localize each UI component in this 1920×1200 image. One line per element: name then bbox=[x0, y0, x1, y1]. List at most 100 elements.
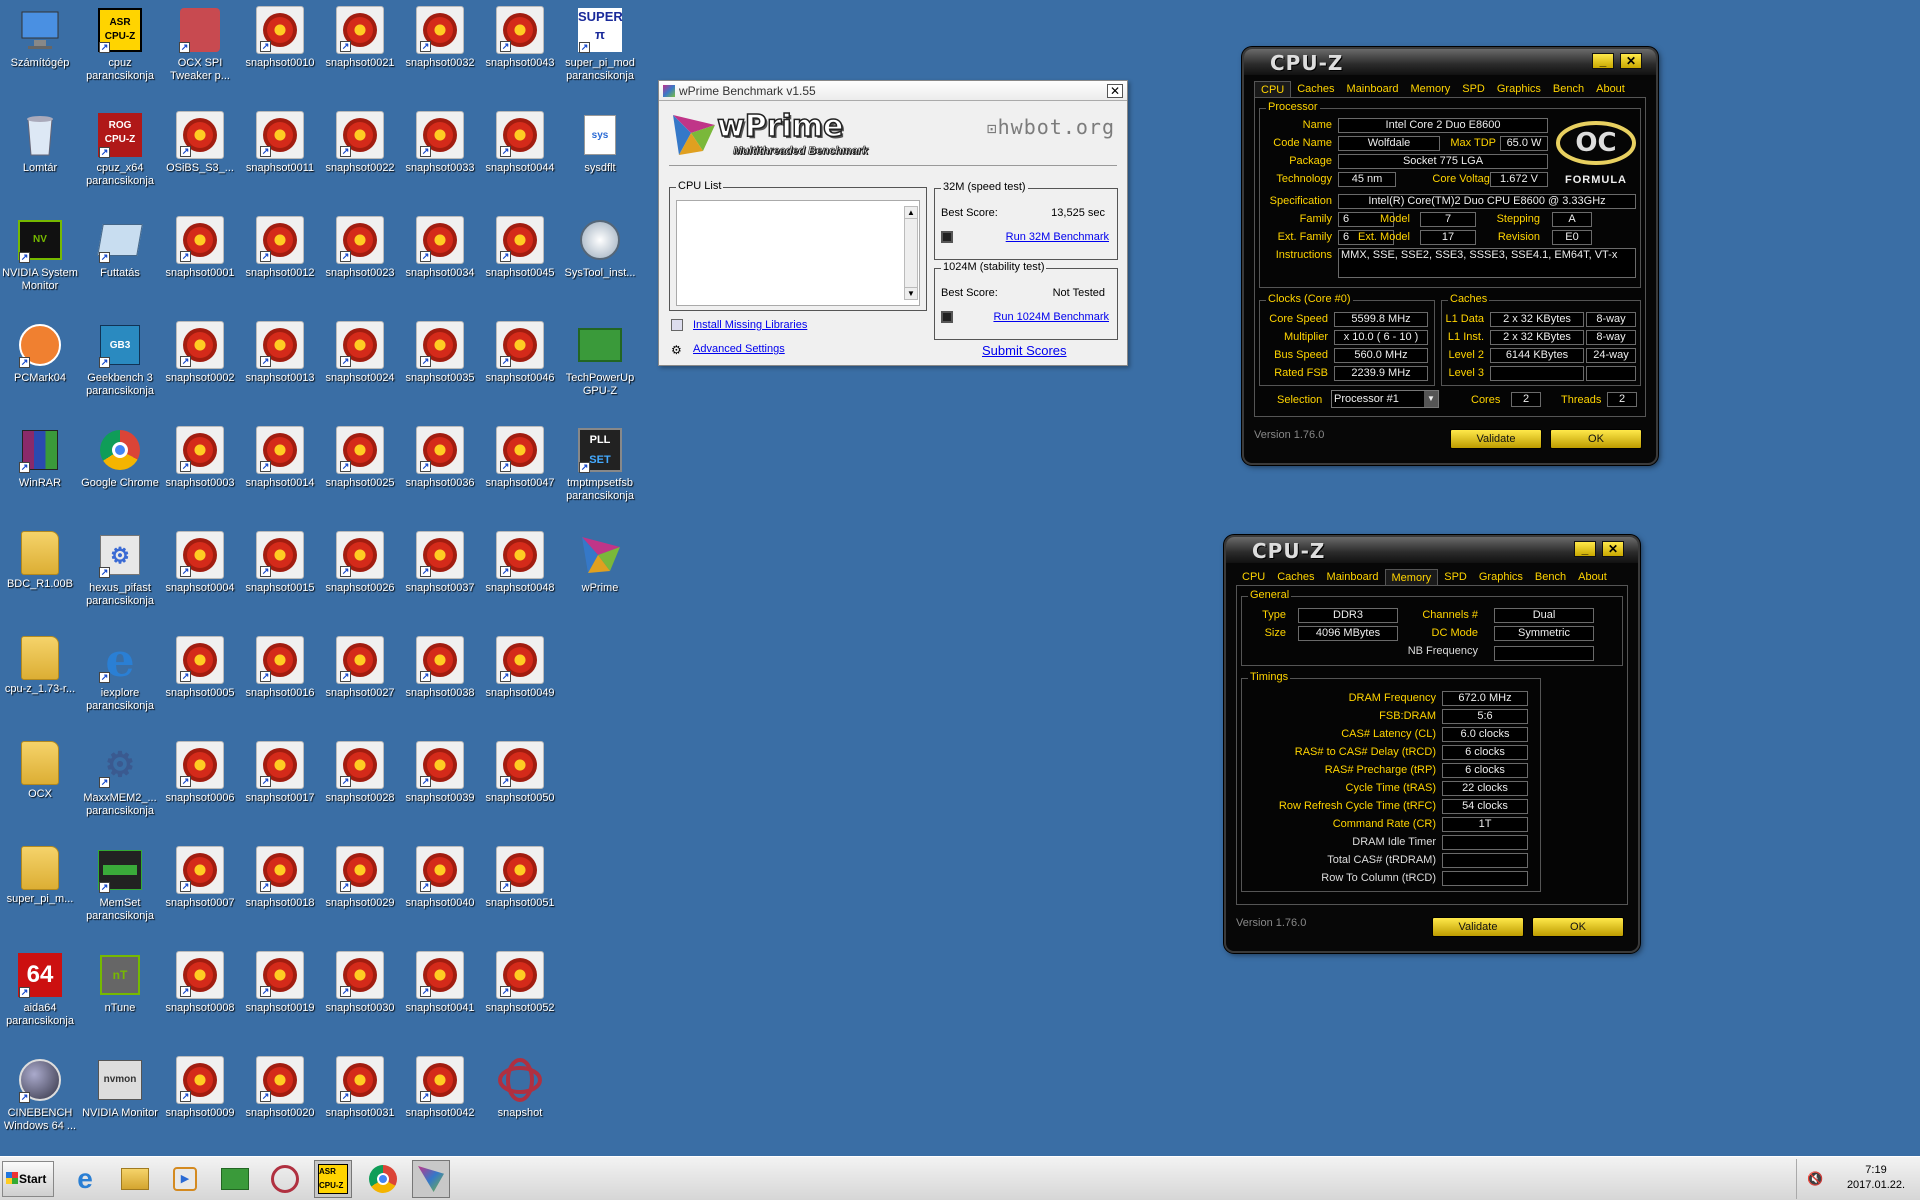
tab-cpu[interactable]: CPU bbox=[1236, 569, 1271, 585]
desktop-icon-snaphsot0033[interactable]: ↗ snaphsot0033 bbox=[400, 105, 480, 205]
desktop-icon-snaphsot0035[interactable]: ↗ snaphsot0035 bbox=[400, 315, 480, 415]
tab-graphics[interactable]: Graphics bbox=[1491, 81, 1547, 97]
run-32m-benchmark-link[interactable]: Run 32M Benchmark bbox=[1006, 231, 1109, 243]
desktop-icon-super-pi-m[interactable]: super_pi_m... bbox=[0, 840, 80, 940]
cpuz-titlebar[interactable]: CPU-Z _ ✕ bbox=[1226, 537, 1638, 563]
tab-memory[interactable]: Memory bbox=[1384, 569, 1439, 585]
taskbar-snapshot-icon[interactable] bbox=[266, 1160, 304, 1198]
desktop-icon-iexplore-parancsikonja[interactable]: e ↗ iexplore parancsikonja bbox=[80, 630, 160, 730]
desktop-icon-winrar[interactable]: ↗ WinRAR bbox=[0, 420, 80, 520]
desktop-icon-snaphsot0014[interactable]: ↗ snaphsot0014 bbox=[240, 420, 320, 520]
desktop-icon-sz-m-t-g-p[interactable]: Számítógép bbox=[0, 0, 80, 100]
desktop-icon-snaphsot0012[interactable]: ↗ snaphsot0012 bbox=[240, 210, 320, 310]
desktop-icon-snaphsot0021[interactable]: ↗ snaphsot0021 bbox=[320, 0, 400, 100]
desktop-icon-snaphsot0009[interactable]: ↗ snaphsot0009 bbox=[160, 1050, 240, 1150]
tab-spd[interactable]: SPD bbox=[1438, 569, 1473, 585]
minimize-button[interactable]: _ bbox=[1574, 541, 1596, 557]
desktop-icon-cpu-z-1-73-r[interactable]: cpu-z_1.73-r... bbox=[0, 630, 80, 730]
desktop-icon-snaphsot0013[interactable]: ↗ snaphsot0013 bbox=[240, 315, 320, 415]
desktop-icon-snaphsot0036[interactable]: ↗ snaphsot0036 bbox=[400, 420, 480, 520]
run-1024m-benchmark-link[interactable]: Run 1024M Benchmark bbox=[993, 311, 1109, 323]
desktop-icon-snaphsot0008[interactable]: ↗ snaphsot0008 bbox=[160, 945, 240, 1045]
desktop-icon-snaphsot0004[interactable]: ↗ snaphsot0004 bbox=[160, 525, 240, 625]
advanced-settings-link[interactable]: Advanced Settings bbox=[693, 343, 785, 355]
desktop-icon-snaphsot0018[interactable]: ↗ snaphsot0018 bbox=[240, 840, 320, 940]
desktop-icon-snapshot[interactable]: snapshot bbox=[480, 1050, 560, 1150]
desktop-icon-snaphsot0031[interactable]: ↗ snaphsot0031 bbox=[320, 1050, 400, 1150]
desktop-icon-snaphsot0020[interactable]: ↗ snaphsot0020 bbox=[240, 1050, 320, 1150]
desktop-icon-snaphsot0027[interactable]: ↗ snaphsot0027 bbox=[320, 630, 400, 730]
tab-caches[interactable]: Caches bbox=[1291, 81, 1340, 97]
tab-about[interactable]: About bbox=[1572, 569, 1613, 585]
taskbar-ie-icon[interactable]: e bbox=[66, 1160, 104, 1198]
tab-mainboard[interactable]: Mainboard bbox=[1321, 569, 1385, 585]
desktop-icon-tmptmpsetfsb-parancsikonja[interactable]: PLL SET ↗ tmptmpsetfsb parancsikonja bbox=[560, 420, 640, 520]
minimize-button[interactable]: _ bbox=[1592, 53, 1614, 69]
desktop-icon-snaphsot0023[interactable]: ↗ snaphsot0023 bbox=[320, 210, 400, 310]
tab-caches[interactable]: Caches bbox=[1271, 569, 1320, 585]
desktop-icon-snaphsot0017[interactable]: ↗ snaphsot0017 bbox=[240, 735, 320, 835]
desktop-icon-nvidia-monitor[interactable]: nvmon NVIDIA Monitor bbox=[80, 1050, 160, 1150]
desktop-icon-snaphsot0047[interactable]: ↗ snaphsot0047 bbox=[480, 420, 560, 520]
desktop-icon-hexus-pifast-parancsikonja[interactable]: ⚙ ↗ hexus_pifast parancsikonja bbox=[80, 525, 160, 625]
ok-button[interactable]: OK bbox=[1550, 429, 1642, 449]
taskbar-media-player-icon[interactable]: ▶ bbox=[166, 1160, 204, 1198]
desktop-icon-pcmark04[interactable]: ↗ PCMark04 bbox=[0, 315, 80, 415]
desktop-icon-memset-parancsikonja[interactable]: ↗ MemSet parancsikonja bbox=[80, 840, 160, 940]
desktop-icon-snaphsot0006[interactable]: ↗ snaphsot0006 bbox=[160, 735, 240, 835]
desktop-icon-snaphsot0028[interactable]: ↗ snaphsot0028 bbox=[320, 735, 400, 835]
desktop-icon-cpuz-parancsikonja[interactable]: ASR CPU-Z ↗ cpuz parancsikonja bbox=[80, 0, 160, 100]
desktop-icon-snaphsot0049[interactable]: ↗ snaphsot0049 bbox=[480, 630, 560, 730]
clock[interactable]: 7:19 2017.01.22. bbox=[1840, 1163, 1912, 1193]
taskbar-cpuz-icon[interactable]: ASR CPU-Z bbox=[314, 1160, 352, 1198]
desktop-icon-snaphsot0052[interactable]: ↗ snaphsot0052 bbox=[480, 945, 560, 1045]
desktop-icon-snaphsot0050[interactable]: ↗ snaphsot0050 bbox=[480, 735, 560, 835]
desktop-icon-snaphsot0030[interactable]: ↗ snaphsot0030 bbox=[320, 945, 400, 1045]
desktop-icon-snaphsot0002[interactable]: ↗ snaphsot0002 bbox=[160, 315, 240, 415]
desktop-icon-snaphsot0015[interactable]: ↗ snaphsot0015 bbox=[240, 525, 320, 625]
desktop-icon-snaphsot0032[interactable]: ↗ snaphsot0032 bbox=[400, 0, 480, 100]
submit-scores-link[interactable]: Submit Scores bbox=[982, 343, 1067, 358]
cpuz-titlebar[interactable]: CPU-Z _ ✕ bbox=[1244, 49, 1656, 75]
desktop-icon-snaphsot0046[interactable]: ↗ snaphsot0046 bbox=[480, 315, 560, 415]
desktop-icon-snaphsot0034[interactable]: ↗ snaphsot0034 bbox=[400, 210, 480, 310]
tab-graphics[interactable]: Graphics bbox=[1473, 569, 1529, 585]
chevron-down-icon[interactable]: ▼ bbox=[1424, 391, 1438, 407]
validate-button[interactable]: Validate bbox=[1432, 917, 1524, 937]
wprime-titlebar[interactable]: wPrime Benchmark v1.55 ✕ bbox=[659, 81, 1127, 101]
desktop-icon-super-pi-mod-parancsikonja[interactable]: SUPER π ↗ super_pi_mod parancsikonja bbox=[560, 0, 640, 100]
ok-button[interactable]: OK bbox=[1532, 917, 1624, 937]
desktop-icon-bdc-r1-00b[interactable]: BDC_R1.00B bbox=[0, 525, 80, 625]
cpu-list-box[interactable] bbox=[676, 200, 920, 306]
desktop-icon-snaphsot0043[interactable]: ↗ snaphsot0043 bbox=[480, 0, 560, 100]
desktop-icon-snaphsot0019[interactable]: ↗ snaphsot0019 bbox=[240, 945, 320, 1045]
desktop-icon-snaphsot0041[interactable]: ↗ snaphsot0041 bbox=[400, 945, 480, 1045]
desktop-icon-snaphsot0048[interactable]: ↗ snaphsot0048 bbox=[480, 525, 560, 625]
desktop-icon-snaphsot0045[interactable]: ↗ snaphsot0045 bbox=[480, 210, 560, 310]
desktop-icon-cinebench-windows-64[interactable]: ↗ CINEBENCH Windows 64 ... bbox=[0, 1050, 80, 1150]
desktop-icon-snaphsot0005[interactable]: ↗ snaphsot0005 bbox=[160, 630, 240, 730]
taskbar-gpuz-icon[interactable] bbox=[216, 1160, 254, 1198]
desktop-icon-cpuz-x64-parancsikonja[interactable]: ROG CPU-Z ↗ cpuz_x64 parancsikonja bbox=[80, 105, 160, 205]
desktop-icon-ocx-spi-tweaker-p[interactable]: ↗ OCX SPI Tweaker p... bbox=[160, 0, 240, 100]
desktop-icon-snaphsot0003[interactable]: ↗ snaphsot0003 bbox=[160, 420, 240, 520]
desktop-icon-lomt-r[interactable]: Lomtár bbox=[0, 105, 80, 205]
scroll-up-icon[interactable]: ▲ bbox=[905, 207, 917, 219]
desktop-icon-snaphsot0024[interactable]: ↗ snaphsot0024 bbox=[320, 315, 400, 415]
close-button[interactable]: ✕ bbox=[1620, 53, 1642, 69]
validate-button[interactable]: Validate bbox=[1450, 429, 1542, 449]
wprime-close-button[interactable]: ✕ bbox=[1107, 83, 1123, 98]
desktop-icon-snaphsot0010[interactable]: ↗ snaphsot0010 bbox=[240, 0, 320, 100]
desktop-icon-snaphsot0040[interactable]: ↗ snaphsot0040 bbox=[400, 840, 480, 940]
desktop-icon-snaphsot0025[interactable]: ↗ snaphsot0025 bbox=[320, 420, 400, 520]
tab-cpu[interactable]: CPU bbox=[1254, 81, 1292, 97]
desktop-icon-snaphsot0007[interactable]: ↗ snaphsot0007 bbox=[160, 840, 240, 940]
desktop-icon-snaphsot0022[interactable]: ↗ snaphsot0022 bbox=[320, 105, 400, 205]
desktop-icon-aida64-parancsikonja[interactable]: 64 ↗ aida64 parancsikonja bbox=[0, 945, 80, 1045]
desktop-icon-systool-inst[interactable]: SysTool_inst... bbox=[560, 210, 640, 310]
tab-about[interactable]: About bbox=[1590, 81, 1631, 97]
scroll-down-icon[interactable]: ▼ bbox=[905, 287, 917, 299]
tab-memory[interactable]: Memory bbox=[1405, 81, 1457, 97]
desktop-icon-snaphsot0026[interactable]: ↗ snaphsot0026 bbox=[320, 525, 400, 625]
install-libraries-link[interactable]: Install Missing Libraries bbox=[693, 319, 807, 331]
